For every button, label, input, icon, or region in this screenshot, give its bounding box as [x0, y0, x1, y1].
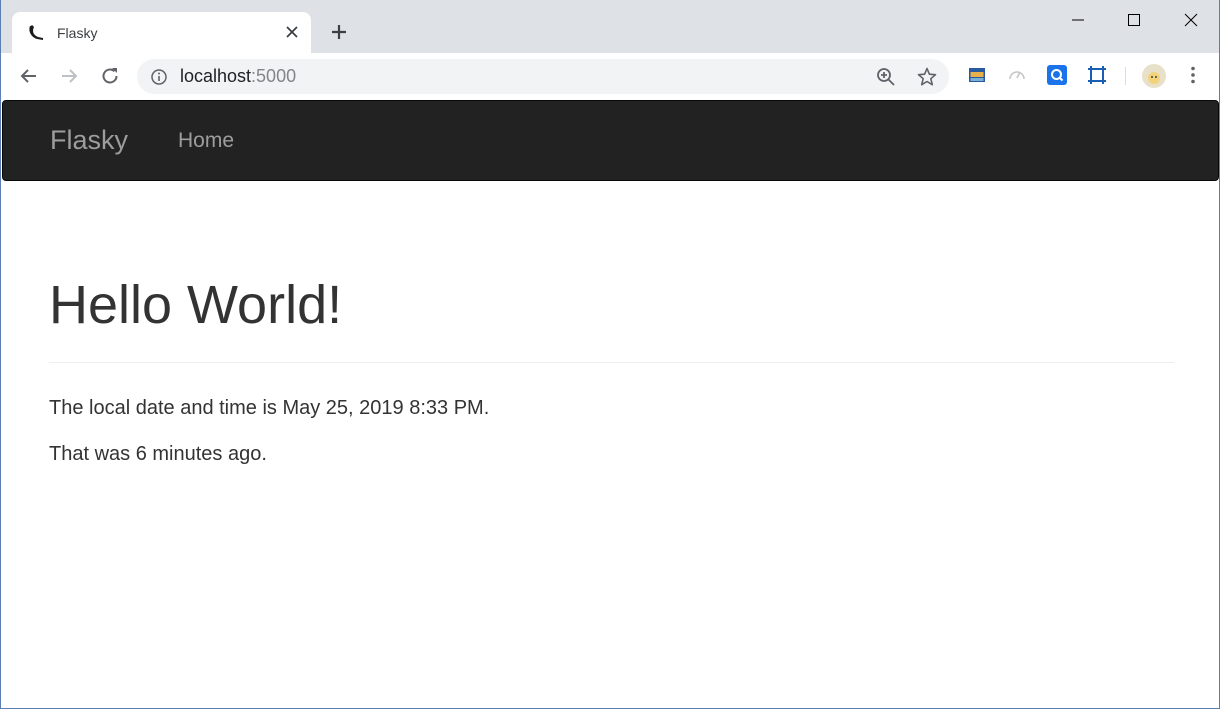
- tab-title: Flasky: [57, 25, 98, 41]
- flask-horn-icon: [29, 25, 43, 40]
- local-time-text: The local date and time is May 25, 2019 …: [49, 397, 490, 420]
- arrow-left-icon[interactable]: [17, 64, 41, 88]
- active-tab[interactable]: Flasky: [12, 12, 311, 53]
- url-host: localhost: [180, 66, 252, 86]
- minimize-icon[interactable]: [1066, 8, 1090, 32]
- address-bar[interactable]: localhost:5000: [137, 59, 949, 94]
- extension-search-icon[interactable]: [1046, 64, 1068, 86]
- tab-strip: Flasky: [1, 0, 1219, 53]
- extension-crop-icon[interactable]: [1086, 64, 1108, 86]
- extension-speed-icon[interactable]: [1006, 64, 1028, 86]
- extension-calendar-icon[interactable]: [966, 64, 988, 86]
- browser-window: Flasky localhost:5000 Flasky Home Hello …: [0, 0, 1220, 709]
- url-port: :5000: [251, 66, 297, 86]
- arrow-right-icon[interactable]: [57, 64, 81, 88]
- page-header: Hello World!: [49, 275, 1174, 364]
- site-navbar: Flasky Home: [2, 100, 1219, 181]
- info-icon[interactable]: [150, 68, 168, 86]
- zoom-in-icon[interactable]: [875, 66, 897, 88]
- reload-icon[interactable]: [98, 64, 122, 88]
- avatar[interactable]: [1141, 63, 1167, 89]
- toolbar-separator: [1125, 67, 1126, 85]
- page-content: Hello World! The local date and time is …: [49, 181, 1174, 465]
- url-text[interactable]: localhost:5000: [180, 66, 296, 87]
- browser-toolbar: localhost:5000: [1, 53, 1219, 100]
- star-icon[interactable]: [916, 66, 938, 88]
- maximize-icon[interactable]: [1122, 8, 1146, 32]
- close-window-icon[interactable]: [1179, 8, 1203, 32]
- relative-time-text: That was 6 minutes ago.: [49, 443, 267, 466]
- navbar-brand[interactable]: Flasky: [50, 125, 128, 156]
- nav-link-home[interactable]: Home: [178, 129, 234, 153]
- close-icon[interactable]: [283, 23, 301, 41]
- page-title: Hello World!: [49, 275, 343, 335]
- kebab-menu-icon[interactable]: [1182, 64, 1204, 86]
- plus-icon[interactable]: [327, 20, 351, 44]
